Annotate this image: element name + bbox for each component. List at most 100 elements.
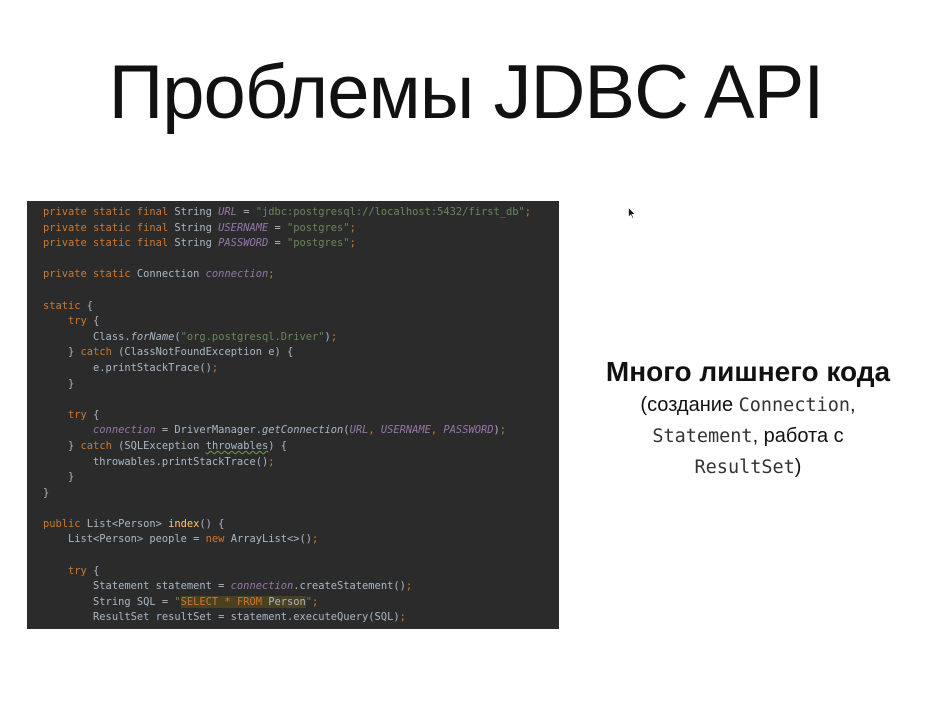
- code-token: SELECT * FROM: [180, 595, 269, 608]
- desc-close: ): [794, 456, 802, 478]
- code-line: private static Connection connection;: [27, 267, 559, 283]
- code-token: ;: [268, 268, 275, 281]
- code-token: List<Person>: [86, 517, 169, 530]
- code-token: =: [236, 206, 256, 218]
- code-token: ;: [349, 221, 356, 234]
- code-line: }: [27, 377, 559, 393]
- code-token: ;: [405, 580, 413, 593]
- side-annotation: Много лишнего кода (создание Connection,…: [574, 354, 922, 483]
- desc-connection-word: Connection: [738, 395, 851, 416]
- code-token: (SQLException: [118, 439, 206, 452]
- code-token: ;: [524, 206, 531, 218]
- code-token: catch: [80, 346, 119, 359]
- code-line: ResultSet resultSet = statement.executeQ…: [27, 610, 559, 626]
- code-token: "org.postgresql.Driver": [180, 330, 325, 343]
- code-token: ArrayList<>(): [230, 533, 313, 546]
- code-token: "postgres": [287, 237, 350, 250]
- desc-statement-word: Statement: [652, 426, 753, 447]
- code-token: Person: [268, 595, 306, 608]
- code-token: throwables: [205, 439, 269, 452]
- desc-work-with: , работа с: [752, 425, 844, 447]
- code-token: static: [43, 299, 87, 312]
- desc-comma: ,: [850, 394, 856, 416]
- code-line: static {: [27, 299, 559, 315]
- code-token: {: [93, 408, 100, 421]
- code-screenshot: private static final String URL = "jdbc:…: [27, 201, 559, 629]
- code-line: String SQL = "SELECT * FROM Person";: [27, 595, 559, 611]
- code-token: {: [93, 315, 100, 328]
- code-token: ;: [211, 361, 219, 374]
- code-token: new: [205, 533, 231, 546]
- code-line: try {: [27, 314, 559, 330]
- code-token: (ClassNotFoundException e) {: [118, 346, 294, 359]
- code-token: = DriverManager.: [155, 424, 262, 437]
- code-token: private static final: [43, 221, 175, 234]
- code-token: try: [68, 408, 94, 421]
- code-token: ) {: [268, 439, 288, 452]
- code-token: ,: [368, 424, 381, 437]
- code-token: e.printStackTrace(): [43, 361, 212, 374]
- code-token: Class.: [43, 330, 131, 343]
- code-token: throwables.printStackTrace(): [43, 455, 269, 468]
- code-token: Statement statement =: [43, 580, 231, 593]
- code-token: ": [174, 595, 181, 608]
- code-token: String: [174, 237, 219, 250]
- code-token: String SQL =: [43, 595, 175, 608]
- code-token: "jdbc:postgresql://localhost:5432/first_…: [255, 206, 525, 218]
- slide-title: Проблемы JDBC API: [108, 50, 825, 135]
- code-line: private static final String PASSWORD = "…: [27, 236, 559, 252]
- code-token: }: [43, 377, 75, 390]
- code-token: .createStatement(): [293, 580, 406, 593]
- code-token: ;: [312, 533, 319, 546]
- code-token: catch: [80, 439, 119, 452]
- code-token: "postgres": [287, 221, 350, 234]
- code-token: }: [43, 439, 81, 452]
- code-token: }: [43, 486, 50, 499]
- code-token: index: [168, 517, 200, 530]
- code-token: connection: [230, 580, 294, 593]
- code-token: ResultSet resultSet = statement.executeQ…: [43, 611, 400, 624]
- code-token: connection: [93, 424, 156, 437]
- side-heading: Много лишнего кода: [605, 356, 891, 387]
- code-token: private static final: [43, 206, 175, 218]
- code-token: try: [68, 315, 94, 328]
- code-token: List<Person> people =: [43, 533, 206, 546]
- desc-open: (создание: [640, 394, 739, 416]
- code-line: } catch (SQLException throwables) {: [27, 439, 559, 455]
- code-token: {: [93, 564, 100, 577]
- code-token: private static: [43, 268, 137, 281]
- code-line: List<Person> people = new ArrayList<>();: [27, 532, 559, 548]
- code-line: }: [27, 470, 559, 486]
- code-token: String: [174, 221, 219, 234]
- code-token: }: [43, 346, 81, 359]
- code-token: String: [174, 206, 219, 218]
- side-description: (создание Connection, Statement, работа с…: [574, 390, 922, 483]
- code-token: URL: [349, 424, 369, 437]
- code-token: URL: [218, 206, 237, 218]
- code-token: public: [43, 517, 87, 530]
- code-token: Connection: [136, 268, 206, 281]
- code-line: public List<Person> index() {: [27, 517, 559, 533]
- code-token: ;: [399, 611, 406, 624]
- code-line: }: [27, 486, 559, 502]
- code-token: =: [268, 221, 287, 234]
- code-line: try {: [27, 408, 559, 424]
- code-token: connection: [205, 268, 269, 281]
- code-token: private static final: [43, 237, 175, 250]
- code-token: ;: [499, 424, 506, 437]
- code-line: e.printStackTrace();: [27, 361, 559, 377]
- code-token: try: [68, 564, 94, 577]
- code-token: ,: [430, 424, 444, 437]
- code-line: Statement statement = connection.createS…: [27, 579, 559, 595]
- code-token: ;: [268, 455, 275, 468]
- code-token: }: [43, 471, 75, 484]
- code-line: connection = DriverManager.getConnection…: [27, 423, 559, 439]
- code-token: USERNAME: [218, 221, 269, 234]
